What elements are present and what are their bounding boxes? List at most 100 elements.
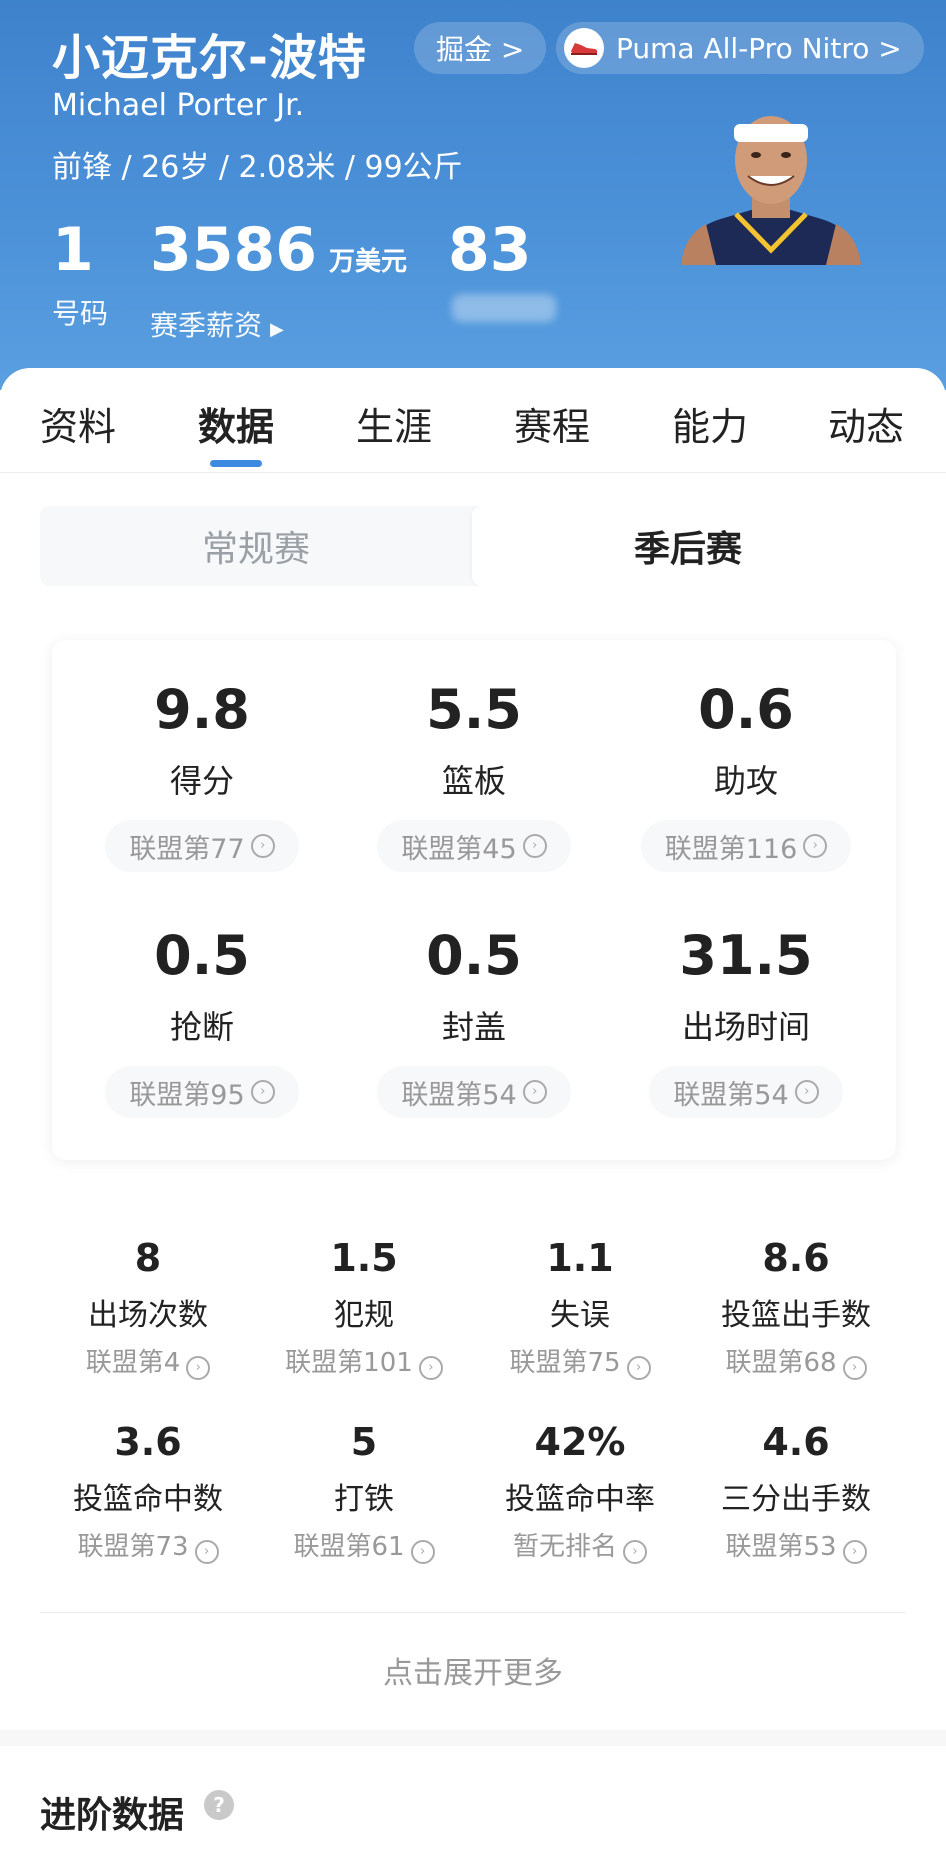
salary-stat[interactable]: 3586 万美元 赛季薪资 ▶ <box>150 218 407 344</box>
stat-label: 抢断 <box>169 1008 234 1046</box>
player-name-en: Michael Porter Jr. <box>52 88 305 123</box>
stat-label: 打铁 <box>334 1482 394 1517</box>
stat-label: 失误 <box>550 1298 610 1333</box>
rank-link[interactable]: 联盟第61 › <box>256 1526 472 1564</box>
rank-link[interactable]: 联盟第73 › <box>40 1526 256 1564</box>
jersey-number-stat: 1 号码 <box>52 218 108 332</box>
player-name-row: 小迈克尔-波特 <box>52 18 367 88</box>
salary-value-row: 3586 万美元 <box>150 218 407 294</box>
info-icon: › <box>794 1080 819 1104</box>
stat-fg-pct: 42% 投篮命中率 暂无排名 › <box>472 1420 688 1564</box>
stat-minutes: 31.5 出场时间 联盟第54 › <box>616 926 876 1118</box>
tab-profile[interactable]: 资料 <box>40 396 116 451</box>
salary-value: 3586 <box>150 215 317 285</box>
rank-pill[interactable]: 联盟第54 › <box>649 1066 843 1118</box>
stat-games-played: 8 出场次数 联盟第4 › <box>40 1236 256 1380</box>
rank-link[interactable]: 暂无排名 › <box>472 1526 688 1564</box>
rank-text: 联盟第101 <box>285 1348 413 1378</box>
stat-label: 投篮出手数 <box>721 1298 871 1333</box>
stat-fga: 8.6 投篮出手数 联盟第68 › <box>688 1236 904 1380</box>
info-icon: › <box>842 1356 867 1380</box>
segment-playoffs[interactable]: 季后赛 <box>472 506 904 586</box>
rank-text: 联盟第61 <box>293 1532 405 1562</box>
rank-text: 联盟第68 <box>725 1348 837 1378</box>
expand-more-button[interactable]: 点击展开更多 <box>0 1648 946 1692</box>
stat-label: 三分出手数 <box>721 1482 871 1517</box>
rating-value: 83 <box>448 215 532 285</box>
stat-misses: 5 打铁 联盟第61 › <box>256 1420 472 1564</box>
section-gap <box>0 1730 946 1746</box>
info-icon: › <box>522 1080 547 1104</box>
player-meta: 前锋 / 26岁 / 2.08米 / 99公斤 <box>52 150 463 185</box>
rank-pill[interactable]: 联盟第95 › <box>105 1066 299 1118</box>
sneaker-icon <box>564 28 604 68</box>
info-icon: › <box>842 1540 867 1564</box>
team-button[interactable]: 掘金 > <box>414 22 547 74</box>
stat-rebounds: 5.5 篮板 联盟第45 › <box>344 680 604 872</box>
shoe-button[interactable]: Puma All-Pro Nitro > <box>556 22 924 74</box>
stat-value: 9.8 <box>154 678 250 741</box>
info-icon: › <box>626 1356 651 1380</box>
rank-link[interactable]: 联盟第75 › <box>472 1342 688 1380</box>
stat-value: 5 <box>350 1420 378 1464</box>
salary-label-row: 赛季薪资 ▶ <box>150 304 407 344</box>
caret-right-icon: ▶ <box>270 319 284 340</box>
jersey-number-label: 号码 <box>52 297 109 330</box>
stat-label: 篮板 <box>441 762 506 800</box>
stat-label: 助攻 <box>713 762 778 800</box>
tab-news[interactable]: 动态 <box>828 396 904 451</box>
help-icon[interactable]: ? <box>204 1790 234 1820</box>
rating-stat: 83 <box>448 218 532 282</box>
stat-value: 3.6 <box>114 1420 182 1464</box>
info-icon: › <box>418 1356 443 1380</box>
rank-text: 联盟第75 <box>509 1348 621 1378</box>
info-icon: › <box>250 1080 275 1104</box>
stat-assists: 0.6 助攻 联盟第116 › <box>616 680 876 872</box>
stat-value: 8.6 <box>762 1236 830 1280</box>
stat-label: 投篮命中率 <box>505 1482 655 1517</box>
stat-value: 31.5 <box>679 924 813 987</box>
stat-value: 1.1 <box>546 1236 614 1280</box>
tab-schedule[interactable]: 赛程 <box>514 396 590 451</box>
tab-stats[interactable]: 数据 <box>198 396 274 451</box>
stat-label: 封盖 <box>441 1008 506 1046</box>
rank-link[interactable]: 联盟第4 › <box>40 1342 256 1380</box>
rank-text: 联盟第53 <box>725 1532 837 1562</box>
tab-career[interactable]: 生涯 <box>356 396 432 451</box>
rank-pill[interactable]: 联盟第116 › <box>640 820 852 872</box>
rank-link[interactable]: 联盟第53 › <box>688 1526 904 1564</box>
stat-value: 0.5 <box>154 924 250 987</box>
stat-value: 8 <box>134 1236 162 1280</box>
stat-value: 4.6 <box>762 1420 830 1464</box>
stat-label: 投篮命中数 <box>73 1482 223 1517</box>
stat-turnovers: 1.1 失误 联盟第75 › <box>472 1236 688 1380</box>
rank-pill[interactable]: 联盟第45 › <box>377 820 571 872</box>
stat-value: 0.6 <box>698 678 794 741</box>
rank-pill[interactable]: 联盟第77 › <box>105 820 299 872</box>
info-icon: › <box>250 834 275 858</box>
stat-value: 1.5 <box>330 1236 398 1280</box>
rank-pill[interactable]: 联盟第54 › <box>377 1066 571 1118</box>
rank-text: 联盟第73 <box>77 1532 189 1562</box>
jersey-number: 1 <box>52 215 94 285</box>
info-icon: › <box>623 1540 647 1564</box>
stat-steals: 0.5 抢断 联盟第95 › <box>72 926 332 1118</box>
stat-fgm: 3.6 投篮命中数 联盟第73 › <box>40 1420 256 1564</box>
info-icon: › <box>194 1540 219 1564</box>
shoe-label: Puma All-Pro Nitro > <box>616 31 902 65</box>
rank-text: 联盟第116 <box>664 833 798 865</box>
stat-label: 犯规 <box>334 1298 394 1333</box>
segment-regular-season[interactable]: 常规赛 <box>40 506 472 586</box>
stat-fouls: 1.5 犯规 联盟第101 › <box>256 1236 472 1380</box>
rank-link[interactable]: 联盟第68 › <box>688 1342 904 1380</box>
player-avatar <box>681 116 861 265</box>
salary-label: 赛季薪资 <box>150 309 263 342</box>
divider <box>40 1612 906 1613</box>
info-icon: › <box>410 1540 435 1564</box>
stat-label: 出场时间 <box>681 1008 810 1046</box>
active-tab-indicator <box>210 460 262 467</box>
tab-ability[interactable]: 能力 <box>672 396 748 451</box>
stat-value: 42% <box>534 1420 626 1464</box>
advanced-stats-title: 进阶数据 <box>40 1795 185 1836</box>
rank-link[interactable]: 联盟第101 › <box>256 1342 472 1380</box>
